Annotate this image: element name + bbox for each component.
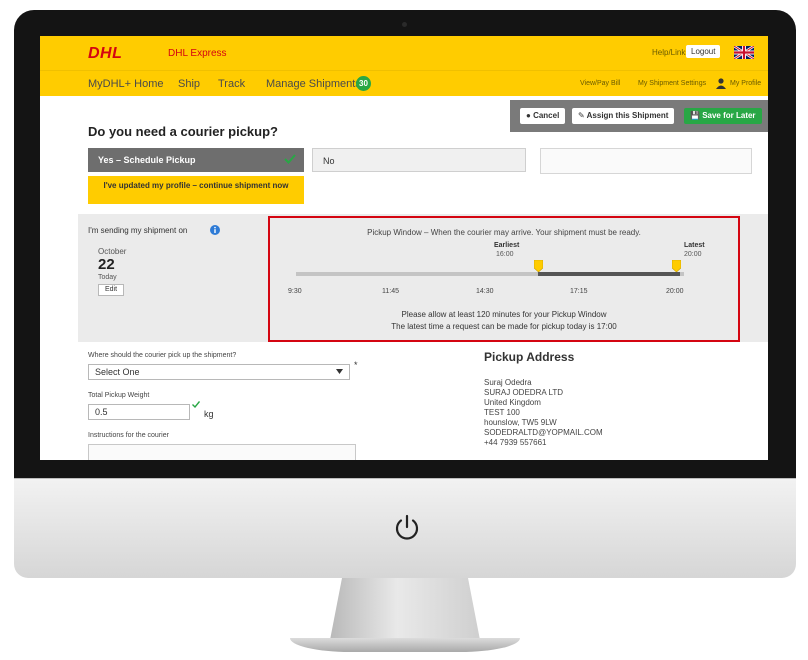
tick-label: 14:30 — [476, 288, 494, 295]
cancel-button[interactable]: ● Cancel — [520, 108, 566, 124]
address-line: Suraj Odedra — [484, 378, 532, 387]
screen: DHL DHL Express Help/Links Logout MyDHL+… — [40, 36, 768, 460]
monitor-stand — [330, 578, 480, 640]
check-icon — [192, 401, 200, 408]
pickup-weight-label: Total Pickup Weight — [88, 392, 150, 399]
address-line: United Kingdom — [484, 398, 541, 407]
main-nav: MyDHL+ Home Ship Track Manage Shipments … — [40, 70, 768, 96]
option-no[interactable]: No — [312, 148, 526, 172]
address-line: TEST 100 — [484, 408, 520, 417]
sending-date-label: I'm sending my shipment on — [88, 226, 188, 235]
logout-button[interactable]: Logout — [686, 45, 721, 58]
tick-label: 9:30 — [288, 288, 302, 295]
cancel-button-label: Cancel — [533, 111, 560, 120]
pickup-cutoff-note: The latest time a request can be made fo… — [391, 322, 617, 331]
tick-label: 20:00 — [666, 288, 684, 295]
continue-shipment-button[interactable]: I've updated my profile – continue shipm… — [88, 176, 304, 204]
save-for-later-button[interactable]: 💾 Save for Later — [684, 108, 762, 124]
uk-flag-icon[interactable] — [734, 46, 754, 59]
address-line: +44 7939 557661 — [484, 438, 547, 447]
shipments-count-badge: 30 — [356, 76, 371, 91]
required-marker: * — [354, 360, 358, 370]
earliest-slider-handle[interactable] — [534, 260, 543, 272]
nav-item-ship[interactable]: Ship — [178, 78, 200, 90]
pickup-location-select[interactable]: Select One — [88, 364, 350, 380]
option-yes-schedule-pickup[interactable]: Yes – Schedule Pickup — [88, 148, 304, 172]
assign-shipment-button[interactable]: ✎ Assign this Shipment — [572, 108, 675, 124]
camera-icon — [402, 22, 407, 27]
power-icon[interactable] — [392, 513, 422, 543]
nav-link-pay-bill[interactable]: View/Pay Bill — [580, 80, 620, 87]
pickup-window-panel: Pickup Window – When the courier may arr… — [268, 216, 740, 342]
nav-link-profile[interactable]: My Profile — [730, 80, 761, 87]
help-link[interactable]: Help/Links — [652, 48, 689, 57]
pickup-window-title: Pickup Window – When the courier may arr… — [367, 228, 641, 237]
nav-link-shipment-settings[interactable]: My Shipment Settings — [638, 80, 706, 87]
top-bar: DHL DHL Express Help/Links Logout — [40, 36, 768, 70]
assign-button-label: Assign this Shipment — [586, 111, 669, 120]
instructions-label: Instructions for the courier — [88, 432, 169, 439]
date-day: 22 — [98, 256, 115, 273]
latest-label: Latest — [684, 242, 705, 249]
page-title: Do you need a courier pickup? — [88, 124, 278, 139]
latest-time: 20:00 — [684, 251, 702, 258]
nav-item-home[interactable]: MyDHL+ Home — [88, 78, 164, 90]
brand-name: DHL Express — [168, 48, 227, 59]
instructions-input[interactable] — [88, 444, 356, 460]
user-icon[interactable] — [716, 78, 726, 89]
side-panel — [540, 148, 752, 174]
action-toolbar: ● Cancel ✎ Assign this Shipment 💾 Save f… — [510, 100, 768, 132]
edit-date-button[interactable]: Edit — [98, 284, 124, 296]
tick-label: 11:45 — [382, 288, 399, 295]
address-line: hounslow, TW5 9LW — [484, 418, 557, 427]
earliest-time: 16:00 — [496, 251, 514, 258]
nav-item-track[interactable]: Track — [218, 78, 245, 90]
check-icon — [284, 154, 296, 164]
address-line: SURAJ ODEDRA LTD — [484, 388, 563, 397]
pickup-weight-input[interactable]: 0.5 — [88, 404, 190, 420]
date-today-label: Today — [98, 274, 117, 281]
monitor-base — [290, 638, 520, 652]
chevron-down-icon — [336, 369, 343, 374]
date-month: October — [98, 247, 127, 256]
pickup-window-note: Please allow at least 120 minutes for yo… — [401, 310, 607, 319]
tick-label: 17:15 — [570, 288, 588, 295]
pickup-address-title: Pickup Address — [484, 350, 575, 364]
pickup-window-range — [538, 272, 680, 276]
info-icon[interactable] — [210, 225, 220, 235]
save-button-label: Save for Later — [702, 111, 756, 120]
pickup-location-label: Where should the courier pick up the shi… — [88, 352, 237, 359]
nav-item-manage-shipments[interactable]: Manage Shipments — [266, 78, 361, 90]
dhl-logo[interactable]: DHL — [88, 45, 122, 63]
earliest-label: Earliest — [494, 242, 520, 249]
weight-unit: kg — [204, 409, 214, 419]
latest-slider-handle[interactable] — [672, 260, 681, 272]
address-line: SODEDRALTD@YOPMAIL.COM — [484, 428, 603, 437]
